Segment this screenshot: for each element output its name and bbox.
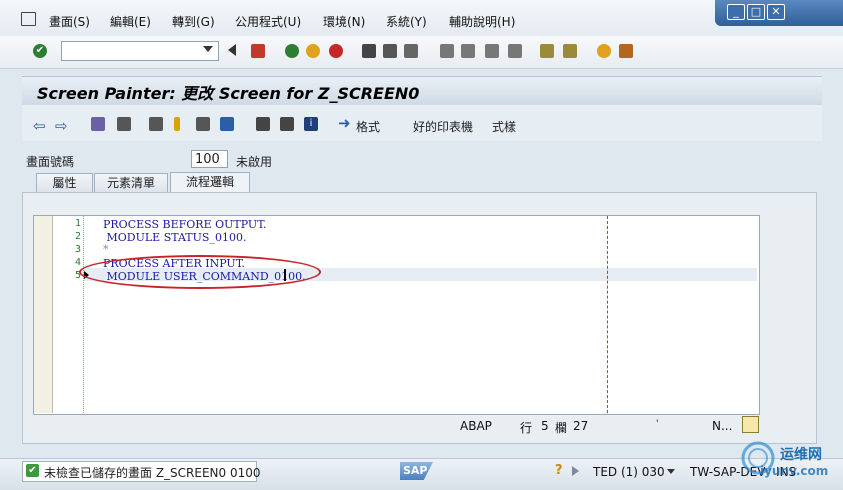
hierarchy-icon[interactable] [256,117,270,131]
code-line[interactable]: PROCESS BEFORE OUTPUT. [103,218,266,231]
activate-icon[interactable] [117,117,131,131]
maximize-icon[interactable]: □ [747,4,765,20]
save-icon[interactable] [251,44,265,58]
menu-item-screen[interactable]: 畫面(S) [49,13,90,30]
tab-attributes[interactable]: 屬性 [36,173,93,193]
find-icon[interactable] [383,44,397,58]
code-editor[interactable] [33,215,760,415]
column-label: 欄 [555,421,568,435]
screen-status: 未啟用 [236,155,273,169]
check-icon[interactable] [174,117,180,131]
success-check-icon: ✔ [26,464,39,477]
info-icon[interactable]: i [304,117,318,131]
watermark-subtext: iyunv.com [760,464,829,478]
forward-arrow-icon[interactable]: ⇨ [55,117,68,135]
window-controls: _ □ ✕ [715,0,843,26]
menu-item-goto[interactable]: 轉到(G) [172,13,215,30]
pattern-button[interactable]: 式樣 [492,118,516,135]
editor-settings-icon[interactable] [742,416,759,433]
history-back-icon[interactable] [228,44,236,56]
menu-item-utilities[interactable]: 公用程式(U) [235,13,301,30]
print-icon[interactable] [362,44,376,58]
pretty-printer-button[interactable]: 好的印表機 [413,118,473,135]
menu-item-system[interactable]: 系統(Y) [386,13,427,30]
editor-language: ABAP [460,419,492,433]
layout-button[interactable]: 格式 [356,118,380,135]
back-icon[interactable] [285,44,299,58]
previous-page-icon[interactable] [461,44,475,58]
screen-icon[interactable] [196,117,210,131]
dictionary-icon[interactable] [280,117,294,131]
layout-object-icon[interactable] [149,117,163,131]
new-session-icon[interactable] [540,44,554,58]
line-number: 5 [74,270,81,281]
tab-element-list[interactable]: 元素清單 [94,173,168,193]
menu-item-help[interactable]: 輔助說明(H) [449,13,515,30]
session-dropdown-icon[interactable] [667,469,675,474]
tab-flow-logic[interactable]: 流程邏輯 [170,172,250,194]
help-icon[interactable] [597,44,611,58]
code-line[interactable]: * [103,243,109,256]
session-info: TED (1) 030 [593,465,665,479]
back-arrow-icon[interactable]: ⇦ [33,117,46,135]
status-message: 未檢查已儲存的畫面 Z_SCREEN0 0100 [44,466,261,480]
line-number: 3 [74,244,81,255]
status-expand-icon[interactable] [572,466,579,476]
next-page-icon[interactable] [485,44,499,58]
command-field[interactable] [61,41,219,61]
page-title: Screen Painter: 更改 Screen for Z_SCREEN0 [37,84,420,103]
system-info-icon[interactable]: ? [555,463,563,478]
enter-icon[interactable]: ✔ [33,44,47,58]
last-page-icon[interactable] [508,44,522,58]
line-number: 4 [74,257,81,268]
screen-number-label: 畫面號碼 [26,155,75,169]
right-margin-line [607,216,608,413]
customize-layout-icon[interactable] [619,44,633,58]
menu-icon[interactable] [21,12,36,26]
watermark: 运维网 iyunv.com [740,436,840,486]
line-number: 2 [74,231,81,242]
row-label: 行 [520,421,533,435]
close-icon[interactable]: ✕ [767,4,785,20]
first-page-icon[interactable] [440,44,454,58]
exit-icon[interactable] [306,44,320,58]
minimize-icon[interactable]: _ [727,4,745,20]
cancel-icon[interactable] [329,44,343,58]
watermark-text: 运维网 [780,447,822,463]
column-value: 27 [573,419,589,433]
find-next-icon[interactable] [404,44,418,58]
screen-number-field[interactable]: 100 [191,150,228,168]
display-change-icon[interactable] [91,117,105,131]
navigation-icon[interactable] [220,117,234,131]
tick-mark: ꞌ [656,419,659,429]
row-value: 5 [541,419,549,433]
shortcut-icon[interactable] [563,44,577,58]
line-number: 1 [74,218,81,229]
annotation-ellipse [79,255,321,289]
menu-item-edit[interactable]: 編輯(E) [110,13,151,30]
layout-arrow-icon[interactable]: ➜ [338,114,351,132]
code-line[interactable]: MODULE STATUS_0100. [103,231,246,244]
command-field-dropdown-icon[interactable] [203,46,213,52]
menu-item-environment[interactable]: 環境(N) [323,13,365,30]
editor-gutter [34,216,53,413]
editor-mode: N... [712,419,733,433]
